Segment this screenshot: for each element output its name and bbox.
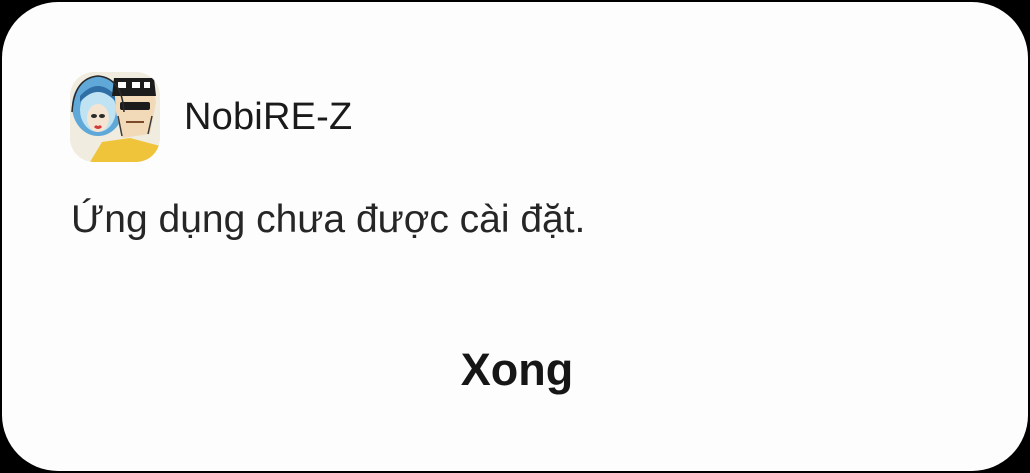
app-header: NobiRE-Z bbox=[70, 72, 352, 162]
app-name: NobiRE-Z bbox=[184, 95, 353, 138]
app-icon bbox=[70, 72, 160, 162]
app-not-installed-dialog: NobiRE-Z Ứng dụng chưa được cài đặt. Xon… bbox=[2, 2, 1028, 471]
dialog-message: Ứng dụng chưa được cài đặt. bbox=[71, 198, 586, 241]
done-button[interactable]: Xong bbox=[422, 330, 612, 410]
